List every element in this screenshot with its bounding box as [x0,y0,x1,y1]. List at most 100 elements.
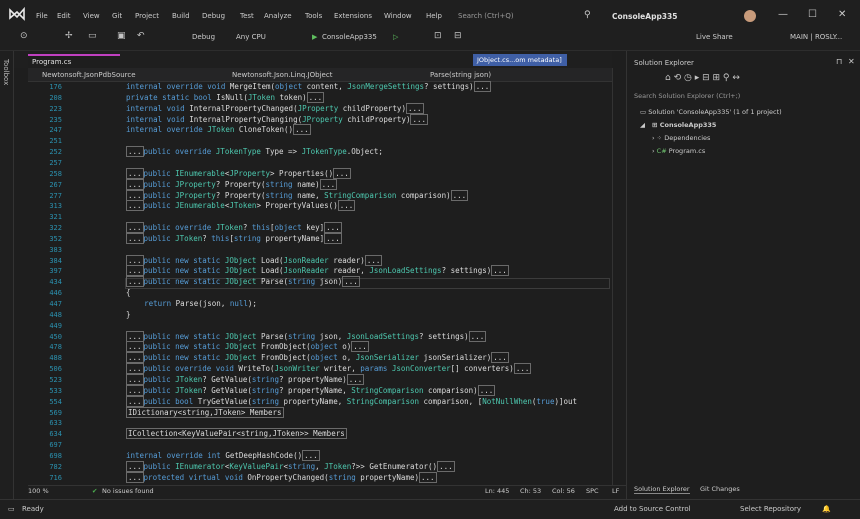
menu-file[interactable]: File [36,12,48,20]
issues-status[interactable]: No issues found [102,487,154,495]
code-line[interactable]: ... public JToken? GetValue(string? prope… [126,373,365,385]
menu-test[interactable]: Test [240,12,254,20]
code-line[interactable]: ... public new static JObject FromObject(… [126,352,509,364]
line-number: 397 [49,267,62,276]
config-dropdown[interactable]: Debug [192,33,215,41]
add-source-control-button[interactable]: Add to Source Control [614,505,691,513]
editor-scrollbar[interactable] [612,68,626,485]
menu-help[interactable]: Help [426,12,442,20]
line-ending[interactable]: LF [612,487,619,495]
maximize-icon[interactable]: ☐ [808,9,817,20]
run-button[interactable]: ConsoleApp335 [322,33,377,41]
line-number: 313 [49,202,62,211]
live-share-button[interactable]: Live Share [696,33,733,41]
code-line[interactable]: ... public new static JObject Load(JsonRe… [126,254,383,266]
check-icon: ✔ [92,487,98,495]
code-line[interactable]: ... public new static JObject FromObject(… [126,341,369,353]
code-line[interactable]: ... public new static JObject Load(JsonRe… [126,265,509,277]
code-line[interactable]: ... public JToken? GetValue(string? prope… [126,384,496,396]
code-line[interactable]: ... public override void WriteTo(JsonWrit… [126,363,532,375]
search-input[interactable]: Search (Ctrl+Q) [458,12,514,20]
menu-analyze[interactable]: Analyze [264,12,292,20]
run-button-icon[interactable]: ▶ [312,33,317,41]
notification-icon[interactable]: 🔔 [822,505,831,513]
code-line[interactable]: ... public JProperty? Property(string nam… [126,189,469,201]
undo-icon[interactable]: ↶ [137,31,145,41]
line-number: 257 [49,158,62,167]
code-line[interactable]: ... protected virtual void OnPropertyChan… [126,471,437,483]
save-icon[interactable]: ▣ [117,31,126,41]
close-panel-icon[interactable]: ✕ [848,57,855,66]
code-line[interactable]: ... public JProperty? Property(string nam… [126,178,338,190]
nav-member-dropdown[interactable]: Parse(string json) [430,71,491,79]
code-line[interactable]: ... public bool TryGetValue(string proper… [126,395,577,407]
toolbar-tool2-icon[interactable]: ⊟ [454,31,462,41]
spacing-mode[interactable]: SPC [586,487,599,495]
code-line[interactable]: ... public IEnumerable<JProperty> Propert… [126,167,351,179]
nav-project-dropdown[interactable]: Newtonsoft.JsonPdbSource [42,71,136,79]
menu-debug[interactable]: Debug [202,12,225,20]
code-line[interactable]: return Parse(json, null); [126,299,257,308]
se-toolbar-icons[interactable]: ⌂ ⟲ ◷ ▸ ⊟ ⊞ ⚲ ↔ [665,73,740,83]
avatar[interactable] [744,10,756,22]
back-icon[interactable]: ⊙ [20,31,28,41]
tab-program-cs[interactable]: Program.cs [28,54,120,68]
solution-search-input[interactable]: Search Solution Explorer (Ctrl+;) [634,92,740,100]
solution-node[interactable]: ▭ Solution 'ConsoleApp335' (1 of 1 proje… [640,108,782,116]
platform-dropdown[interactable]: Any CPU [236,33,266,41]
program-cs-node[interactable]: › C# Program.cs [652,147,705,155]
code-line[interactable]: private static bool IsNull(JToken token)… [126,91,325,103]
code-line[interactable]: ... public new static JObject Parse(strin… [126,330,487,342]
line-number: 488 [49,354,62,363]
menu-extensions[interactable]: Extensions [334,12,372,20]
code-line[interactable]: { [126,288,131,297]
menu-edit[interactable]: Edit [57,12,71,20]
code-line[interactable]: } [126,310,131,319]
code-line[interactable]: ... public override JTokenType Type => JT… [126,146,383,158]
code-line[interactable]: ... public new static JObject Parse(strin… [126,276,360,288]
menu-build[interactable]: Build [172,12,190,20]
line-number: 352 [49,234,62,243]
menu-window[interactable]: Window [384,12,412,20]
expand-arrow-icon[interactable]: ◢ [640,121,645,129]
code-line[interactable]: ... public JEnumerable<JToken> PropertyVa… [126,200,356,212]
status-bar [0,499,860,519]
nav-type-dropdown[interactable]: Newtonsoft.Json.Linq.JObject [232,71,332,79]
select-repository-button[interactable]: Select Repository [740,505,801,513]
window-title: ConsoleApp335 [612,12,678,21]
line-number[interactable]: Ln: 445 [485,487,509,495]
code-line[interactable]: ICollection<KeyValuePair<string,JToken>>… [126,428,347,440]
open-folder-icon[interactable]: ▭ [88,31,97,41]
close-icon[interactable]: ✕ [838,9,846,20]
tab-git-changes[interactable]: Git Changes [700,485,740,493]
code-line[interactable]: ... public IEnumerator<KeyValuePair<strin… [126,460,455,472]
run-without-debug-icon[interactable]: ▷ [393,33,398,41]
dependencies-node[interactable]: › ⁘ Dependencies [652,134,710,142]
column-number[interactable]: Col: 56 [552,487,575,495]
tab-solution-explorer[interactable]: Solution Explorer [634,485,690,494]
line-number: 384 [49,256,62,265]
code-line[interactable]: IDictionary<string,JToken> Members [126,406,284,418]
code-line[interactable]: internal void InternalPropertyChanged(JP… [126,102,424,114]
code-line[interactable]: ... public override JToken? this[object k… [126,222,342,234]
line-number: 247 [49,126,62,135]
pin-icon[interactable]: ⊓ [836,57,842,66]
code-line[interactable]: ... public JToken? this[string propertyNa… [126,232,342,244]
code-line[interactable]: internal override void MergeItem(object … [126,81,492,92]
toolbar-tool-icon[interactable]: ⊡ [434,31,442,41]
menu-project[interactable]: Project [135,12,159,20]
menu-git[interactable]: Git [112,12,122,20]
search-icon[interactable]: ⚲ [584,10,591,20]
code-line[interactable]: internal override JToken CloneToken()... [126,124,311,136]
minimize-icon[interactable]: — [778,9,788,20]
menu-view[interactable]: View [83,12,100,20]
zoom-level[interactable]: 100 % [28,487,49,495]
project-node[interactable]: ⊞ ConsoleApp335 [652,121,716,129]
toolbox-sidebar[interactable]: Toolbox [0,51,14,499]
code-line[interactable]: internal override int GetDeepHashCode().… [126,449,320,461]
code-line[interactable]: internal void InternalPropertyChanging(J… [126,113,429,125]
menu-tools[interactable]: Tools [305,12,322,20]
char-number[interactable]: Ch: 53 [520,487,541,495]
tab-jobject-metadata[interactable]: JObject.cs...om metadata] [473,54,567,66]
new-project-icon[interactable]: ✢ [65,31,73,41]
